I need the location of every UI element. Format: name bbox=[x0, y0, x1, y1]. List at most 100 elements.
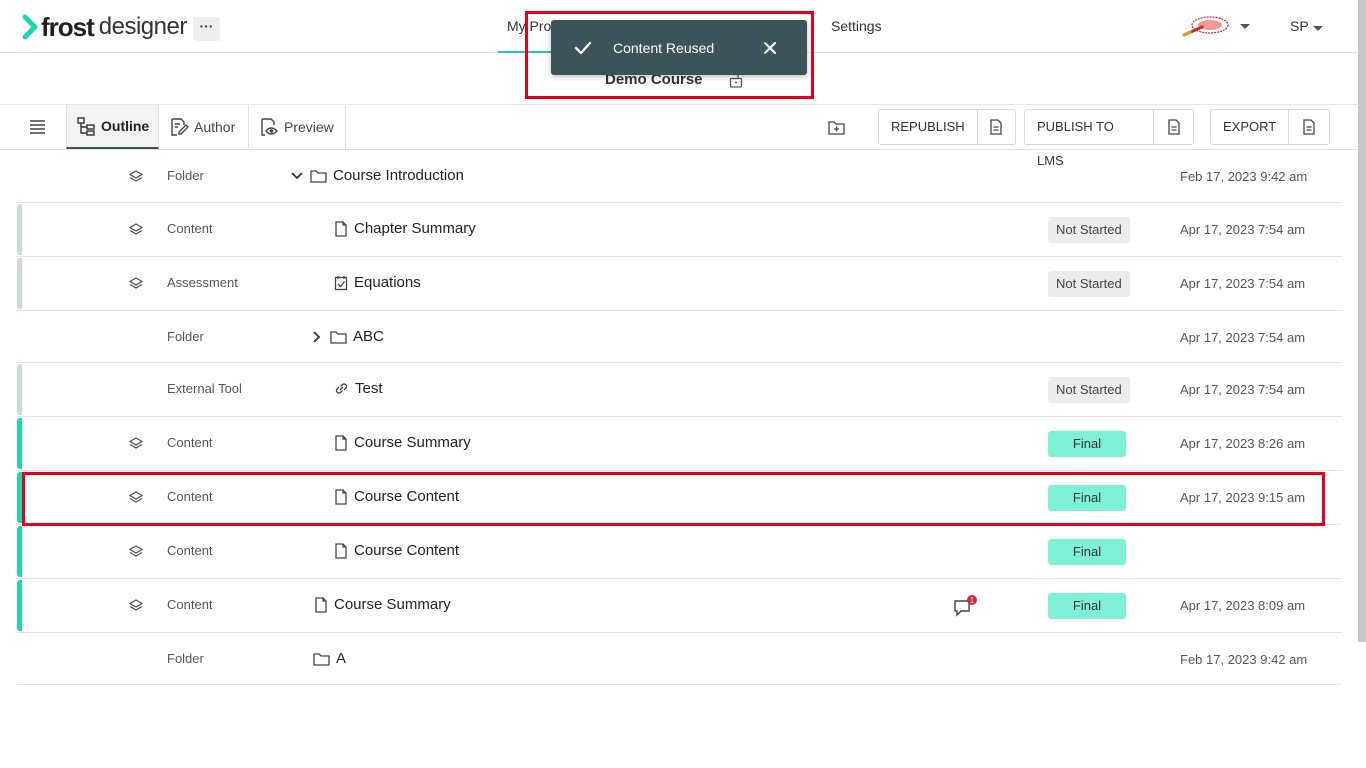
item-name: A bbox=[336, 650, 347, 667]
row-indicator bbox=[17, 364, 22, 415]
status-badge: Final bbox=[1048, 539, 1126, 565]
item-type: Content bbox=[167, 435, 213, 450]
row-indicator bbox=[17, 204, 22, 255]
item-name: Equations bbox=[354, 274, 421, 291]
publish-lms-button-group: PUBLISH TO LMS bbox=[1024, 109, 1194, 168]
document-icon bbox=[1303, 119, 1315, 135]
item-name-cell[interactable]: Chapter Summary bbox=[334, 220, 476, 237]
document-icon bbox=[335, 220, 347, 237]
author-edit-icon bbox=[171, 118, 189, 136]
item-type: Folder bbox=[167, 651, 204, 666]
item-date: Apr 17, 2023 7:54 am bbox=[1180, 222, 1306, 237]
more-menu-button[interactable]: ··· bbox=[193, 17, 220, 41]
table-row[interactable]: Folder A Feb 17, 2023 9:42 am bbox=[17, 633, 1342, 685]
item-date: Feb 17, 2023 9:42 am bbox=[1180, 169, 1308, 184]
item-name-cell[interactable]: Course Summary bbox=[334, 434, 471, 451]
item-name-cell[interactable]: Course Summary bbox=[314, 596, 451, 613]
course-toolbar: Outline Author Preview REPUBLISH PUBLISH… bbox=[0, 105, 1366, 168]
item-name: Course Introduction bbox=[333, 167, 464, 184]
document-icon bbox=[1167, 119, 1180, 135]
item-name-cell[interactable]: Course Introduction bbox=[290, 167, 464, 184]
tab-outline[interactable]: Outline bbox=[66, 105, 159, 149]
item-name: Course Summary bbox=[334, 596, 451, 613]
item-date: Feb 17, 2023 9:42 am bbox=[1180, 652, 1308, 667]
highlight-box-toast bbox=[525, 11, 814, 99]
item-type: Assessment bbox=[167, 275, 238, 290]
tab-outline-label: Outline bbox=[101, 118, 150, 134]
table-row[interactable]: Folder Course Introduction Feb 17, 2023 … bbox=[17, 150, 1342, 203]
highlight-box-row bbox=[22, 472, 1325, 526]
layers-icon bbox=[128, 170, 144, 182]
tab-author[interactable]: Author bbox=[159, 105, 249, 149]
table-row[interactable]: Content Chapter Summary Not Started Apr … bbox=[17, 203, 1342, 257]
item-type: External Tool bbox=[167, 381, 242, 396]
status-badge: Final bbox=[1048, 593, 1126, 619]
item-name: Chapter Summary bbox=[354, 220, 476, 237]
org-stamp-logo-icon[interactable] bbox=[1182, 13, 1234, 39]
tab-preview[interactable]: Preview bbox=[249, 105, 346, 149]
user-menu[interactable]: SP bbox=[1290, 18, 1309, 34]
republish-button-group: REPUBLISH bbox=[878, 109, 1016, 145]
status-badge: Not Started bbox=[1048, 271, 1130, 297]
link-icon bbox=[335, 383, 348, 394]
frost-designer-logo[interactable]: frost designer bbox=[22, 11, 187, 43]
document-icon bbox=[315, 596, 327, 613]
logo-bold-text: frost bbox=[41, 11, 95, 42]
layers-icon bbox=[128, 223, 144, 235]
chevron-right-icon[interactable] bbox=[310, 330, 324, 344]
row-indicator bbox=[17, 580, 22, 631]
item-name-cell[interactable]: Course Content bbox=[334, 542, 459, 559]
hamburger-menu-icon[interactable] bbox=[29, 119, 46, 135]
user-dropdown-chevron-icon[interactable] bbox=[1313, 26, 1323, 31]
add-folder-icon[interactable] bbox=[828, 120, 845, 135]
layers-icon bbox=[128, 545, 144, 557]
layers-icon bbox=[128, 277, 144, 289]
publish-to-lms-button[interactable]: PUBLISH TO LMS bbox=[1025, 110, 1155, 168]
layers-icon bbox=[128, 437, 144, 449]
item-date: Apr 17, 2023 7:54 am bbox=[1180, 330, 1306, 345]
status-badge: Final bbox=[1048, 431, 1126, 457]
export-report-button[interactable] bbox=[1289, 110, 1329, 144]
republish-button[interactable]: REPUBLISH bbox=[879, 110, 978, 144]
item-type: Content bbox=[167, 543, 213, 558]
item-name-cell[interactable]: A bbox=[313, 650, 346, 667]
table-row[interactable]: Content Course Summary 1 Final Apr 17, 2… bbox=[17, 579, 1342, 633]
logo-chevron-icon bbox=[22, 14, 38, 40]
item-date: Apr 17, 2023 8:09 am bbox=[1180, 598, 1306, 613]
republish-report-button[interactable] bbox=[978, 110, 1015, 144]
row-indicator bbox=[17, 258, 22, 309]
item-type: Content bbox=[167, 221, 213, 236]
checkbox-icon bbox=[334, 275, 348, 290]
table-row[interactable]: Content Course Content Final bbox=[17, 525, 1342, 579]
chevron-down-icon[interactable] bbox=[290, 169, 304, 183]
export-button[interactable]: EXPORT bbox=[1211, 110, 1290, 144]
comment-icon[interactable]: 1 bbox=[953, 595, 981, 619]
row-indicator bbox=[17, 526, 22, 577]
outline-tree-icon bbox=[77, 117, 95, 136]
table-row[interactable]: External Tool Test Not Started Apr 17, 2… bbox=[17, 363, 1342, 417]
item-name: ABC bbox=[353, 328, 384, 345]
layers-icon bbox=[128, 599, 144, 611]
table-row[interactable]: Assessment Equations Not Started Apr 17,… bbox=[17, 257, 1342, 311]
publish-report-button[interactable] bbox=[1154, 110, 1193, 144]
item-type: Folder bbox=[167, 329, 204, 344]
logo-text: designer bbox=[98, 13, 188, 40]
course-outline-table: Folder Course Introduction Feb 17, 2023 … bbox=[17, 150, 1342, 685]
preview-eye-icon bbox=[261, 118, 278, 136]
item-name-cell[interactable]: Equations bbox=[334, 274, 421, 291]
org-dropdown-chevron-icon[interactable] bbox=[1240, 24, 1250, 29]
tab-author-label: Author bbox=[194, 119, 236, 135]
item-name-cell[interactable]: Test bbox=[334, 380, 383, 397]
item-type: Folder bbox=[167, 168, 204, 183]
nav-settings[interactable]: Settings bbox=[831, 0, 882, 53]
vertical-scrollbar[interactable] bbox=[1358, 0, 1366, 642]
folder-icon bbox=[330, 330, 347, 344]
table-row[interactable]: Folder ABC Apr 17, 2023 7:54 am bbox=[17, 311, 1342, 363]
item-date: Apr 17, 2023 8:26 am bbox=[1180, 436, 1306, 451]
item-name: Course Summary bbox=[354, 434, 471, 451]
status-badge: Not Started bbox=[1048, 217, 1130, 243]
document-icon bbox=[335, 542, 347, 559]
export-button-group: EXPORT bbox=[1210, 109, 1330, 145]
table-row[interactable]: Content Course Summary Final Apr 17, 202… bbox=[17, 417, 1342, 471]
item-name-cell[interactable]: ABC bbox=[310, 328, 384, 345]
